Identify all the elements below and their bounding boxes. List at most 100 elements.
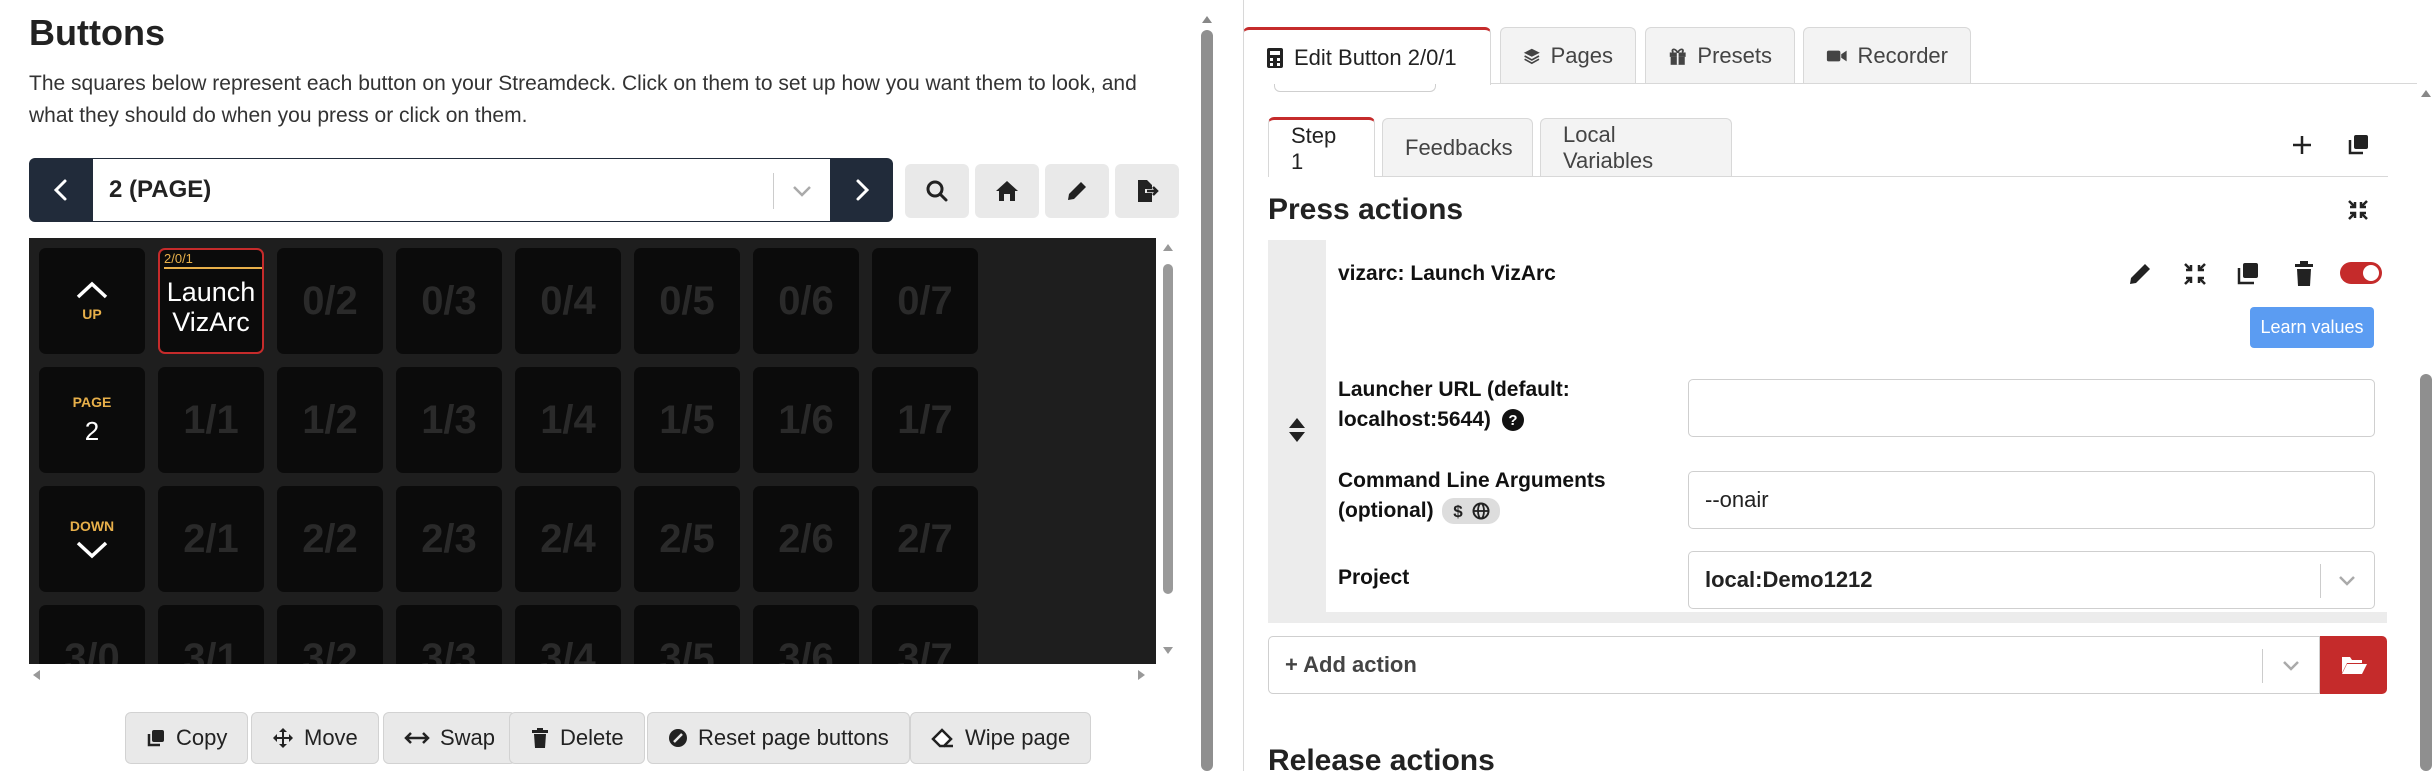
grid-button[interactable]: 0/7 <box>872 248 978 354</box>
grid-button[interactable]: 2/6 <box>753 486 859 592</box>
splitter-thumb[interactable] <box>1201 30 1213 771</box>
grid-button[interactable]: 1/1 <box>158 367 264 473</box>
add-action-select[interactable]: + Add action <box>1268 636 2320 694</box>
action-enabled-toggle[interactable] <box>2340 262 2382 284</box>
reset-page-buttons-button[interactable]: Reset page buttons <box>647 712 910 764</box>
right-scroll-up-icon[interactable] <box>2420 88 2432 98</box>
right-scroll-thumb[interactable] <box>2420 374 2432 771</box>
grid-button[interactable]: 2/4 <box>515 486 621 592</box>
grid-button[interactable]: 3/1 <box>158 605 264 664</box>
chevron-down-icon[interactable] <box>2281 657 2301 675</box>
nav-up-label: UP <box>82 306 102 322</box>
tab-pages[interactable]: Pages <box>1500 27 1636 83</box>
grid-button[interactable]: 2/3 <box>396 486 502 592</box>
trash-icon <box>532 728 548 748</box>
grid-button[interactable]: 1/4 <box>515 367 621 473</box>
grid-vertical-scroll-thumb[interactable] <box>1163 264 1173 594</box>
grid-button[interactable]: 0/4 <box>515 248 621 354</box>
chevron-down-icon[interactable] <box>791 181 813 201</box>
subtab-step-1[interactable]: Step 1 <box>1268 117 1375 177</box>
collapse-all-icon[interactable] <box>2346 198 2370 222</box>
grid-button[interactable]: 0/6 <box>753 248 859 354</box>
swap-label: Swap <box>440 725 496 750</box>
edit-page-button[interactable] <box>1045 164 1109 218</box>
grid-button[interactable]: 3/2 <box>277 605 383 664</box>
trash-icon[interactable] <box>2288 258 2320 290</box>
chevron-down-icon[interactable] <box>2337 572 2357 590</box>
move-button[interactable]: Move <box>251 712 379 764</box>
grid-button[interactable]: 3/5 <box>634 605 740 664</box>
grid-button[interactable]: 1/3 <box>396 367 502 473</box>
grid-button[interactable]: 2/1 <box>158 486 264 592</box>
project-label: Project <box>1338 566 1410 589</box>
drag-sort-icon[interactable] <box>1287 416 1307 444</box>
grid-horizontal-scrollbar[interactable] <box>29 664 1156 686</box>
learn-values-button[interactable]: Learn values <box>2250 307 2374 348</box>
browse-actions-button[interactable] <box>2320 636 2387 694</box>
nav-down-button[interactable]: DOWN <box>39 486 145 592</box>
right-vertical-scrollbar[interactable] <box>2417 84 2435 771</box>
grid-button[interactable]: 2/2 <box>277 486 383 592</box>
grid-button[interactable]: 3/6 <box>753 605 859 664</box>
tab-recorder[interactable]: Recorder <box>1803 27 1971 83</box>
add-action-separator <box>2262 649 2263 683</box>
grid-button[interactable]: 0/5 <box>634 248 740 354</box>
wipe-page-button[interactable]: Wipe page <box>910 712 1092 764</box>
home-icon <box>996 181 1018 201</box>
grid-button[interactable]: 1/5 <box>634 367 740 473</box>
search-button[interactable] <box>905 164 969 218</box>
grid-button-active[interactable]: 2/0/1 Launch VizArc <box>158 248 264 354</box>
gift-icon <box>1669 48 1686 65</box>
dollar-icon[interactable]: $ <box>1452 502 1464 520</box>
grid-button[interactable]: 0/3 <box>396 248 502 354</box>
arrows-move-icon <box>273 728 293 748</box>
grid-button[interactable]: 1/2 <box>277 367 383 473</box>
tab-edit-button[interactable]: Edit Button 2/0/1 <box>1243 27 1491 85</box>
grid-vertical-scrollbar[interactable] <box>1159 238 1177 664</box>
grid-button[interactable]: 3/3 <box>396 605 502 664</box>
add-step-icon[interactable] <box>2291 134 2313 156</box>
swap-button[interactable]: Swap <box>383 712 517 764</box>
tab-edit-button-label: Edit Button 2/0/1 <box>1294 44 1457 70</box>
project-select[interactable]: local:Demo1212 <box>1688 551 2375 609</box>
add-action-placeholder: + Add action <box>1285 652 1417 677</box>
hidden-preview-edge <box>1274 84 1436 92</box>
panel-splitter[interactable] <box>1198 0 1216 771</box>
question-circle-icon[interactable]: ? <box>1501 408 1525 432</box>
scroll-left-arrow-icon[interactable] <box>31 669 41 681</box>
globe-icon[interactable] <box>1472 502 1490 520</box>
nav-page-button[interactable]: PAGE 2 <box>39 367 145 473</box>
grid-button[interactable]: 1/6 <box>753 367 859 473</box>
launcher-url-input[interactable] <box>1688 379 2375 437</box>
grid-button[interactable]: 0/2 <box>277 248 383 354</box>
home-button[interactable] <box>975 164 1039 218</box>
pencil-icon[interactable] <box>2124 258 2156 290</box>
scroll-down-arrow-icon[interactable] <box>1162 646 1174 656</box>
prev-page-button[interactable] <box>29 158 93 222</box>
duplicate-step-icon[interactable] <box>2346 133 2370 157</box>
nav-up-button[interactable]: UP <box>39 248 145 354</box>
copy-icon[interactable] <box>2232 258 2264 290</box>
compress-icon[interactable] <box>2179 258 2211 290</box>
splitter-up-arrow-icon[interactable] <box>1201 14 1213 24</box>
export-page-button[interactable] <box>1115 164 1179 218</box>
subtab-local-variables[interactable]: Local Variables <box>1540 118 1732 176</box>
delete-button[interactable]: Delete <box>509 712 645 764</box>
grid-button[interactable]: 2/5 <box>634 486 740 592</box>
scroll-right-arrow-icon[interactable] <box>1137 669 1147 681</box>
scroll-up-arrow-icon[interactable] <box>1162 242 1174 252</box>
page-select[interactable]: 2 (PAGE) <box>93 158 830 222</box>
grid-button[interactable]: 1/7 <box>872 367 978 473</box>
grid-button[interactable]: 2/7 <box>872 486 978 592</box>
tab-presets[interactable]: Presets <box>1645 27 1795 83</box>
nav-down-label: DOWN <box>69 518 115 534</box>
next-page-button[interactable] <box>830 158 893 222</box>
grid-button[interactable]: 3/7 <box>872 605 978 664</box>
folder-open-icon <box>2341 657 2367 674</box>
grid-button[interactable]: 3/4 <box>515 605 621 664</box>
subtab-feedbacks[interactable]: Feedbacks <box>1382 118 1533 176</box>
cmd-args-input[interactable]: --onair <box>1688 471 2375 529</box>
launcher-url-label-line1: Launcher URL (default: <box>1338 378 1570 401</box>
grid-button[interactable]: 3/0 <box>39 605 145 664</box>
copy-button[interactable]: Copy <box>125 712 249 764</box>
